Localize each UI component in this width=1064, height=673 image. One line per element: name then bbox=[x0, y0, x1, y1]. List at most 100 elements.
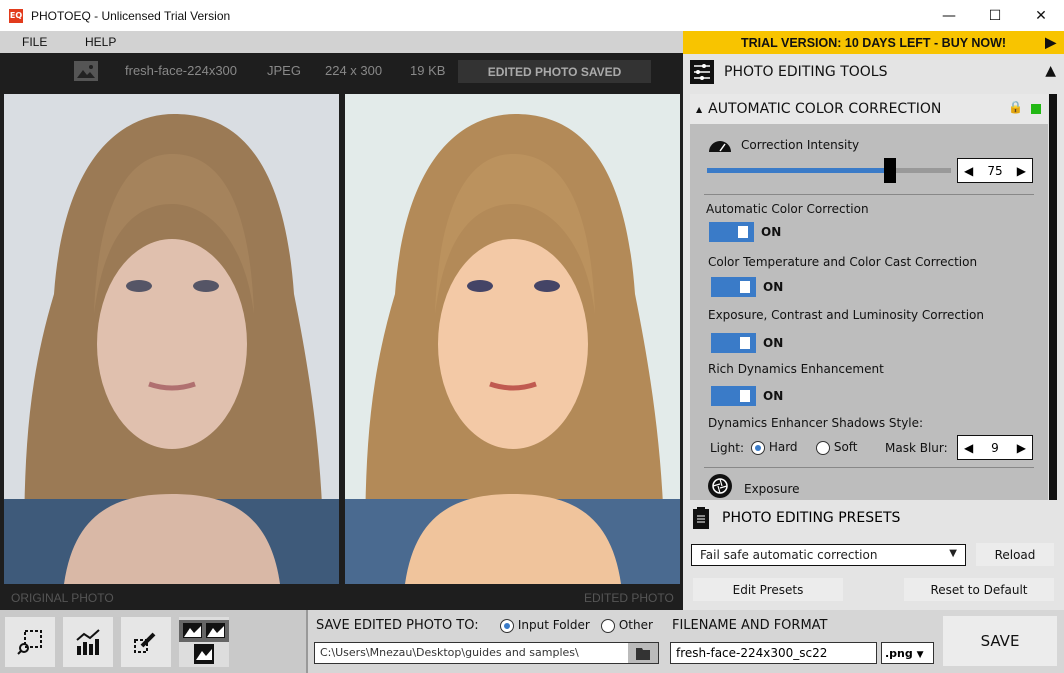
save-path-input[interactable]: C:\Users\Mnezau\Desktop\guides and sampl… bbox=[314, 642, 659, 664]
toggle-state: ON bbox=[761, 225, 782, 239]
eyedropper-icon bbox=[134, 632, 156, 653]
section-title: AUTOMATIC COLOR CORRECTION bbox=[708, 101, 942, 117]
close-button[interactable]: ✕ bbox=[1018, 0, 1064, 31]
radio-hard-circle[interactable] bbox=[751, 440, 765, 455]
format-select[interactable]: .png ▼ bbox=[881, 642, 934, 664]
photo-info-bar: fresh-face-224x300 JPEG 224 x 300 19 KB … bbox=[0, 53, 683, 89]
play-arrow-icon: ▶ bbox=[1045, 34, 1056, 50]
edit-presets-button[interactable]: Edit Presets bbox=[693, 578, 843, 601]
scrollbar[interactable] bbox=[1049, 94, 1057, 500]
reset-to-default-button[interactable]: Reset to Default bbox=[904, 578, 1054, 601]
presets-title: PHOTO EDITING PRESETS bbox=[722, 510, 901, 526]
radio-other-circle[interactable] bbox=[601, 618, 615, 633]
app-logo: EQ bbox=[9, 8, 23, 23]
radio-other[interactable]: Other bbox=[601, 618, 653, 633]
increment-icon[interactable]: ▶ bbox=[1017, 441, 1026, 455]
browse-folder-button[interactable] bbox=[628, 643, 658, 663]
increment-icon[interactable]: ▶ bbox=[1017, 164, 1026, 178]
clipboard-icon bbox=[693, 507, 709, 529]
color-temperature-toggle[interactable] bbox=[711, 277, 756, 297]
save-bar: SAVE EDITED PHOTO TO: Input Folder Other… bbox=[306, 610, 1064, 673]
shadows-style-label: Dynamics Enhancer Shadows Style: bbox=[708, 416, 924, 430]
decrement-icon[interactable]: ◀ bbox=[964, 441, 973, 455]
auto-color-toggle[interactable] bbox=[709, 222, 754, 242]
decrement-icon[interactable]: ◀ bbox=[964, 164, 973, 178]
preset-selected-value: Fail safe automatic correction bbox=[700, 548, 878, 562]
toggle-label: Color Temperature and Color Cast Correct… bbox=[708, 255, 978, 269]
edited-photo[interactable] bbox=[345, 94, 680, 584]
radio-input-folder-circle[interactable] bbox=[500, 618, 514, 633]
save-status-badge: EDITED PHOTO SAVED bbox=[458, 60, 651, 83]
menu-bar: FILE HELP bbox=[0, 31, 683, 53]
input-folder-label: Input Folder bbox=[517, 618, 590, 632]
color-picker-tool[interactable] bbox=[121, 617, 171, 667]
color-correction-header[interactable]: ▲ AUTOMATIC COLOR CORRECTION 🔒 bbox=[690, 94, 1048, 124]
preset-select[interactable]: Fail safe automatic correction ▼ bbox=[691, 544, 966, 566]
right-panel: PHOTO EDITING TOOLS ▲ ▲ AUTOMATIC COLOR … bbox=[683, 54, 1064, 610]
intensity-label: Correction Intensity bbox=[741, 138, 860, 152]
aperture-icon bbox=[708, 474, 732, 498]
other-label: Other bbox=[618, 618, 653, 632]
chart-icon bbox=[76, 629, 100, 655]
status-indicator bbox=[1031, 104, 1041, 114]
intensity-stepper[interactable]: ◀ 75 ▶ bbox=[957, 158, 1033, 183]
format-value: .png bbox=[885, 647, 913, 660]
toggle-label: Exposure, Contrast and Luminosity Correc… bbox=[708, 308, 984, 322]
filename-input[interactable]: fresh-face-224x300_sc22 bbox=[670, 642, 877, 664]
reload-button[interactable]: Reload bbox=[976, 543, 1054, 566]
app-title: PHOTOEQ - bbox=[31, 8, 102, 23]
toggle-state: ON bbox=[763, 280, 784, 294]
original-photo-image bbox=[4, 94, 339, 584]
collapse-icon[interactable]: ▲ bbox=[1045, 63, 1056, 79]
radio-input-folder[interactable]: Input Folder bbox=[500, 618, 590, 633]
view-mode-tool[interactable] bbox=[179, 617, 229, 667]
crop-zoom-icon bbox=[17, 630, 42, 655]
menu-file[interactable]: FILE bbox=[22, 35, 47, 49]
slider-thumb[interactable] bbox=[884, 158, 896, 183]
app-subtitle: Unlicensed Trial Version bbox=[101, 8, 231, 23]
split-view-icon[interactable] bbox=[179, 620, 229, 642]
exposure-section[interactable]: Exposure bbox=[744, 482, 800, 496]
maximize-button[interactable]: ☐ bbox=[972, 0, 1018, 31]
minimize-button[interactable]: — bbox=[926, 0, 972, 31]
menu-help[interactable]: HELP bbox=[85, 35, 116, 49]
divider bbox=[704, 194, 1034, 195]
crop-zoom-tool[interactable] bbox=[5, 617, 55, 667]
image-icon bbox=[74, 61, 98, 81]
trial-label: TRIAL VERSION: 10 DAYS LEFT - BUY NOW! bbox=[740, 35, 1007, 50]
sliders-icon bbox=[690, 60, 714, 84]
save-path-value: C:\Users\Mnezau\Desktop\guides and sampl… bbox=[320, 646, 579, 659]
original-photo[interactable] bbox=[4, 94, 339, 584]
exposure-contrast-toggle[interactable] bbox=[711, 333, 756, 353]
single-view-icon[interactable] bbox=[194, 644, 214, 664]
radio-soft[interactable]: Soft bbox=[816, 440, 858, 455]
radio-hard-label: Hard bbox=[768, 440, 798, 454]
lock-icon[interactable]: 🔒 bbox=[1008, 100, 1023, 114]
original-photo-label: ORIGINAL PHOTO bbox=[11, 591, 114, 605]
edited-photo-image bbox=[345, 94, 680, 584]
mask-blur-stepper[interactable]: ◀ 9 ▶ bbox=[957, 435, 1033, 460]
filename-value: fresh-face-224x300_sc22 bbox=[676, 646, 828, 660]
slider-fill bbox=[707, 168, 890, 173]
mask-blur-value: 9 bbox=[991, 440, 999, 455]
file-dimensions: 224 x 300 bbox=[325, 63, 383, 78]
light-label: Light: bbox=[710, 441, 744, 455]
presets-header[interactable]: PHOTO EDITING PRESETS bbox=[683, 500, 1064, 536]
dropdown-arrow-icon: ▼ bbox=[949, 548, 957, 559]
photo-editing-tools-header[interactable]: PHOTO EDITING TOOLS ▲ bbox=[683, 54, 1064, 90]
bottom-bar: SAVE EDITED PHOTO TO: Input Folder Other… bbox=[0, 610, 1064, 673]
radio-soft-circle[interactable] bbox=[816, 440, 830, 455]
trial-banner[interactable]: TRIAL VERSION: 10 DAYS LEFT - BUY NOW! ▶ bbox=[683, 31, 1064, 54]
file-format: JPEG bbox=[267, 63, 301, 78]
speedometer-icon bbox=[709, 141, 731, 152]
filename-format-label: FILENAME AND FORMAT bbox=[672, 618, 828, 633]
rich-dynamics-toggle[interactable] bbox=[711, 386, 756, 406]
save-to-label: SAVE EDITED PHOTO TO: bbox=[316, 618, 479, 633]
intensity-slider[interactable] bbox=[707, 158, 951, 183]
histogram-tool[interactable] bbox=[63, 617, 113, 667]
save-button[interactable]: SAVE bbox=[943, 616, 1057, 666]
mask-blur-label: Mask Blur: bbox=[885, 441, 948, 455]
intensity-value: 75 bbox=[987, 163, 1003, 178]
radio-hard[interactable]: Hard bbox=[751, 440, 798, 455]
color-correction-panel: ▲ AUTOMATIC COLOR CORRECTION 🔒 Correctio… bbox=[690, 94, 1048, 500]
